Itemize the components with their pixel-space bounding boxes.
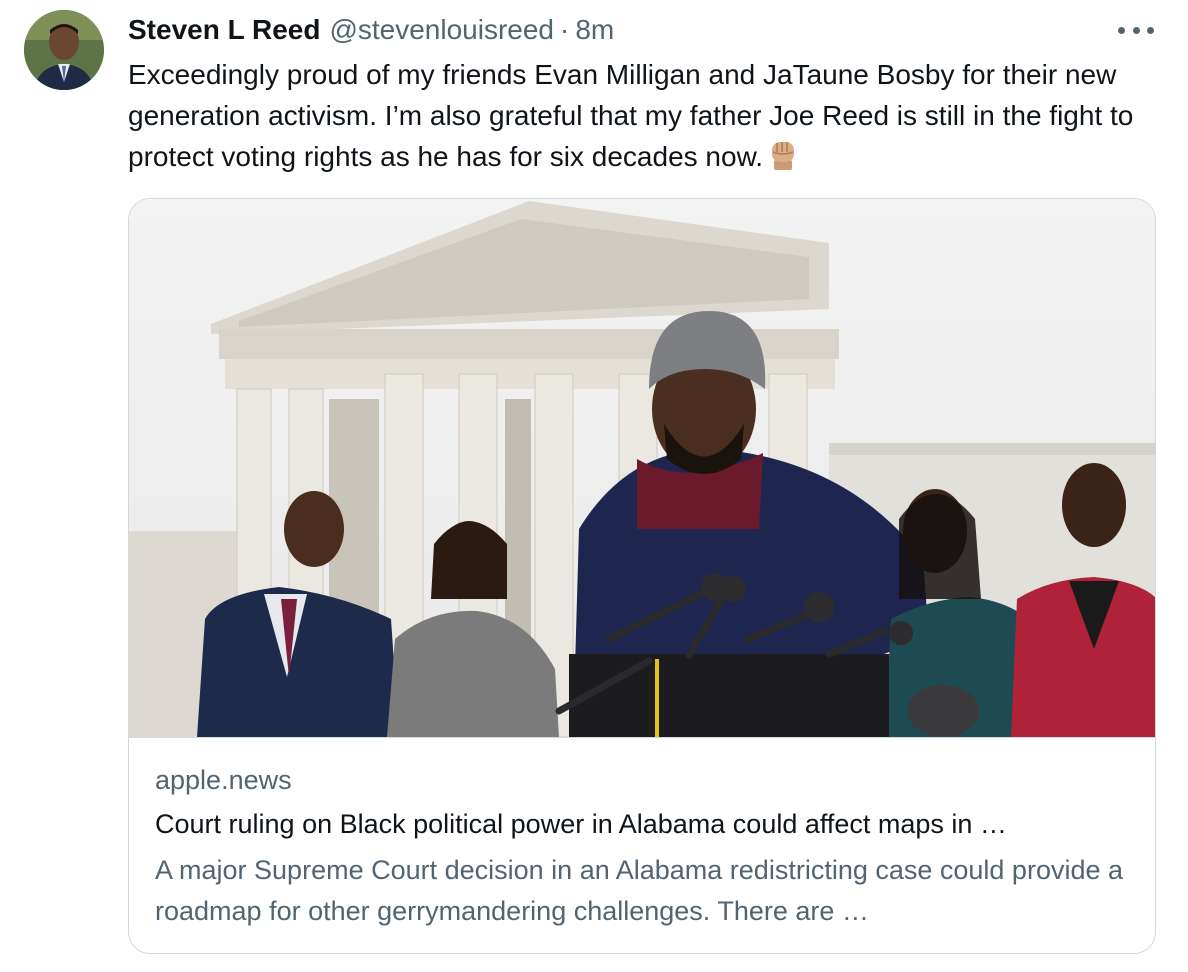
ellipsis-icon-dot [1118,26,1125,34]
card-image[interactable] [129,199,1155,737]
card-divider [129,737,1155,738]
tweet-timestamp[interactable]: 8m [575,14,614,46]
link-preview-card[interactable]: apple.news Court ruling on Black politic… [128,198,1156,954]
card-title[interactable]: Court ruling on Black political power in… [155,809,1007,840]
author-display-name[interactable]: Steven L Reed [128,14,320,46]
card-domain[interactable]: apple.news [155,765,292,796]
more-options-button[interactable] [1118,22,1154,38]
ellipsis-icon-dot [1147,26,1154,34]
profile-photo-icon [24,10,104,90]
news-photo [129,199,1155,737]
card-description[interactable]: A major Supreme Court decision in an Ala… [155,850,1145,932]
tweet-text: Exceedingly proud of my friends Evan Mil… [128,59,1134,172]
author-handle[interactable]: @stevenlouisreed [329,14,554,46]
tweet-body: Exceedingly proud of my friends Evan Mil… [128,55,1168,184]
tweet[interactable]: Steven L Reed @stevenlouisreed · 8m Exce… [0,0,1188,972]
author-avatar[interactable] [24,10,104,90]
tweet-header: Steven L Reed @stevenlouisreed · 8m [128,12,614,48]
raised-fist-icon [765,136,801,184]
header-separator: · [560,14,570,45]
ellipsis-icon-dot [1132,26,1140,34]
